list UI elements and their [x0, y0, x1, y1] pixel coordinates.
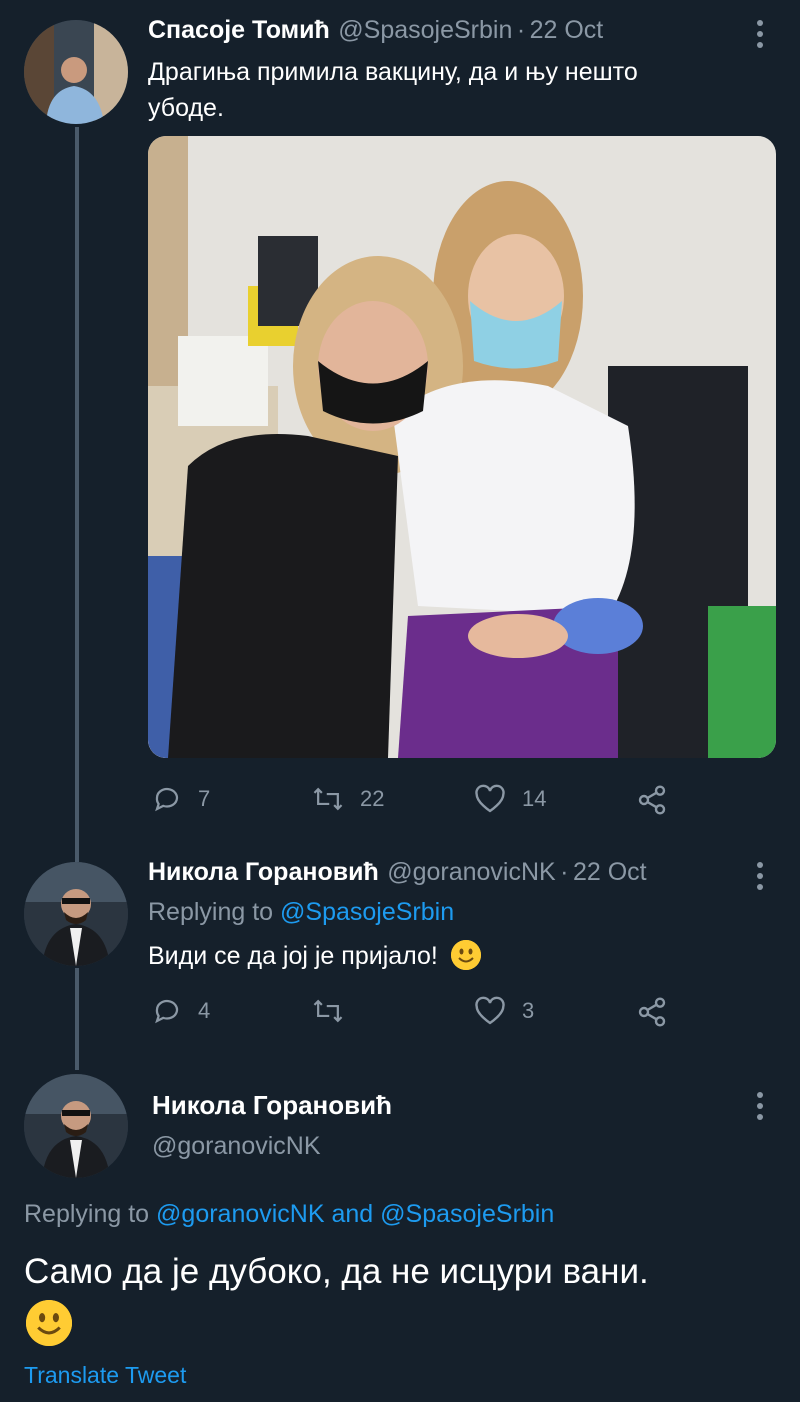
reply-count: 7: [198, 786, 211, 811]
author-name[interactable]: Никола Горановић: [148, 858, 379, 886]
reply-icon: [155, 787, 179, 812]
more-icon[interactable]: [756, 20, 764, 48]
tweet-date[interactable]: 22 Oct: [573, 858, 647, 886]
reply-count: 4: [198, 998, 211, 1023]
smiley-emoji: [450, 940, 481, 971]
thread-line: [75, 968, 79, 1070]
retweet-count: 22: [360, 786, 385, 811]
avatar[interactable]: [24, 20, 128, 124]
replying-and: and: [331, 1200, 374, 1228]
like-button[interactable]: 14: [474, 784, 546, 814]
avatar[interactable]: [24, 1074, 128, 1178]
like-count: 14: [522, 786, 547, 811]
separator: ·: [516, 16, 526, 44]
tweet-text-line: Драгиња примила вакцину, да и њу нешто: [148, 58, 638, 86]
share-button[interactable]: [636, 996, 668, 1028]
replying-prefix: Replying to: [24, 1200, 150, 1228]
replying-to: Replying to @goranovicNK and @SpasojeSrb…: [24, 1200, 554, 1229]
separator: ·: [560, 858, 569, 886]
translate-tweet-link[interactable]: Translate Tweet: [24, 1362, 186, 1389]
thread-line: [75, 127, 79, 862]
reply-button[interactable]: 4: [152, 996, 210, 1026]
replying-to: Replying to @SpasojeSrbin: [148, 898, 454, 927]
avatar[interactable]: [24, 862, 128, 966]
tweet-text: Драгиња примила вакцину, да и њу нешто у…: [148, 54, 748, 126]
tweet-text-line: убоде.: [148, 94, 224, 122]
author-handle[interactable]: @SpasojeSrbin: [338, 16, 512, 44]
replying-prefix: Replying to: [148, 898, 274, 926]
replying-to-link[interactable]: @SpasojeSrbin: [380, 1200, 554, 1228]
retweet-icon: [313, 999, 343, 1023]
replying-to-link[interactable]: @SpasojeSrbin: [280, 898, 454, 926]
author-handle[interactable]: @goranovicNK: [152, 1132, 321, 1161]
share-icon: [638, 997, 666, 1027]
replying-to-link[interactable]: @goranovicNK: [156, 1200, 325, 1228]
tweet-text-content: Види се да јој је пријало!: [148, 942, 438, 970]
share-button[interactable]: [636, 784, 668, 816]
like-button[interactable]: 3: [474, 996, 534, 1026]
smiley-emoji: [26, 1300, 72, 1346]
more-icon[interactable]: [756, 1092, 764, 1120]
author-handle[interactable]: @goranovicNK: [387, 858, 556, 886]
tweet-header: Никола Горановић @goranovicNK · 22 Oct: [148, 858, 647, 887]
like-count: 3: [522, 998, 535, 1023]
tweet-text: Само да је дубоко, да не исцури вани.: [24, 1252, 649, 1291]
reply-button[interactable]: 7: [152, 784, 210, 814]
tweet-date[interactable]: 22 Oct: [530, 16, 604, 44]
retweet-icon: [313, 787, 343, 811]
tweet-header: Спасоје Томић @SpasojeSrbin · 22 Oct: [148, 16, 603, 45]
like-icon: [475, 784, 505, 813]
author-name[interactable]: Никола Горановић: [152, 1090, 392, 1121]
reply-icon: [155, 999, 179, 1024]
share-icon: [638, 785, 666, 815]
tweet-text: Види се да јој је пријало!: [148, 938, 481, 974]
like-icon: [475, 996, 505, 1025]
retweet-button[interactable]: [312, 996, 360, 1026]
retweet-button[interactable]: 22: [312, 784, 384, 814]
more-icon[interactable]: [756, 862, 764, 890]
author-name[interactable]: Спасоје Томић: [148, 16, 330, 44]
tweet-photo[interactable]: [148, 136, 776, 758]
